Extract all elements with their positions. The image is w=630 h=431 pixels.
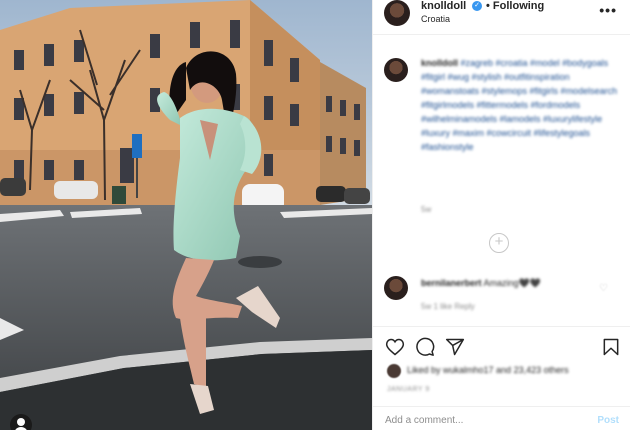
location-link[interactable]: Croatia [421,14,450,24]
comment-icon[interactable] [415,337,435,357]
post-button[interactable]: Post [597,415,619,426]
post-header: knolldoll ✓ • Following Croatia ••• [373,0,630,35]
likes-count[interactable]: Liked by wukalmho17 and 23,423 others [407,365,569,375]
following-label: Following [492,0,545,12]
verified-badge-icon: ✓ [472,1,482,11]
post-photo[interactable] [0,0,372,430]
bookmark-icon[interactable] [601,337,621,357]
add-comment-bar: Add a comment... Post [373,406,630,431]
comment: bernilanerbert Amazing🖤🖤 [421,278,541,289]
heart-icon[interactable] [385,337,405,357]
comment-username[interactable]: bernilanerbert [421,278,482,288]
user-tag-icon[interactable] [10,414,32,430]
caption-username[interactable]: knolldoll [421,58,458,68]
caption-time: 5w [421,205,432,214]
avatar[interactable] [384,0,410,26]
more-options-icon[interactable]: ••• [599,2,617,18]
comment-meta: 5w 1 like Reply [421,302,475,311]
liked-by-avatar[interactable] [387,364,401,378]
post-date: JANUARY 9 [387,386,430,393]
post-sidebar: knolldoll ✓ • Following Croatia ••• knol… [372,0,630,430]
action-bar [373,326,630,367]
comment-like-icon[interactable]: ♡ [599,283,608,294]
comment-avatar[interactable] [384,276,408,300]
plus-circle-icon[interactable]: + [489,233,509,253]
add-comment-input[interactable]: Add a comment... [385,415,463,426]
username-link[interactable]: knolldoll [421,0,466,12]
comment-text: Amazing🖤🖤 [483,278,541,288]
paper-plane-icon[interactable] [445,337,465,357]
following-button[interactable]: • Following [486,0,544,12]
caption-avatar[interactable] [384,58,408,82]
caption: knolldoll #zagreb #croatia #model #bodyg… [421,56,621,154]
caption-text: #zagreb #croatia #model #bodygoals #fitg… [421,58,618,152]
